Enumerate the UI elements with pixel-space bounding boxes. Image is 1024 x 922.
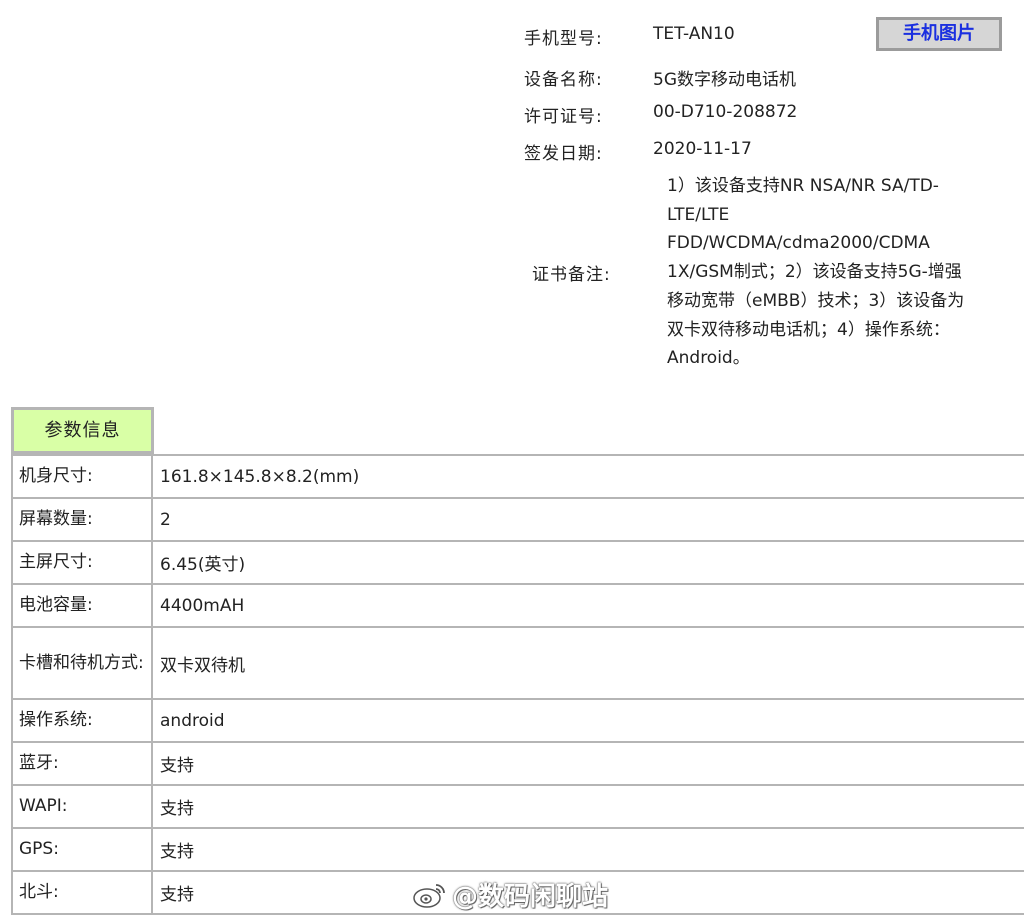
param-key: GPS: (13, 829, 153, 870)
table-row: 卡槽和待机方式: 双卡双待机 (11, 628, 1024, 700)
table-row: 操作系统: android (11, 700, 1024, 743)
param-value: 支持 (160, 842, 194, 862)
param-key: 屏幕数量: (13, 499, 153, 540)
param-value: 双卡双待机 (160, 655, 245, 676)
cert-remark-label: 证书备注: (532, 265, 611, 285)
param-value: 支持 (160, 799, 194, 819)
param-value: 161.8×145.8×8.2(mm) (160, 466, 360, 487)
issue-date-label: 签发日期: (524, 144, 603, 164)
param-key: 操作系统: (13, 700, 153, 741)
cert-remark-text: 1）该设备支持NR NSA/NR SA/TD- LTE/LTE FDD/WCDM… (667, 176, 965, 369)
param-key: 电池容量: (13, 585, 153, 626)
param-key: 北斗: (13, 872, 153, 913)
param-section-header: 参数信息 (11, 407, 154, 454)
param-value: 6.45(英寸) (160, 555, 246, 575)
phone-image-button[interactable]: 手机图片 (876, 17, 1002, 51)
table-row: 机身尺寸: 161.8×145.8×8.2(mm) (11, 456, 1024, 499)
table-row: GPS: 支持 (11, 829, 1024, 872)
device-name-label: 设备名称: (524, 70, 603, 90)
param-table: 机身尺寸: 161.8×145.8×8.2(mm) 屏幕数量: 2 主屏尺寸: … (11, 454, 1024, 915)
table-row: 电池容量: 4400mAH (11, 585, 1024, 628)
param-key: WAPI: (13, 786, 153, 827)
table-row: 屏幕数量: 2 (11, 499, 1024, 542)
device-name-value: 5G数字移动电话机 (653, 70, 796, 90)
param-value: 支持 (160, 756, 194, 776)
param-value: android (160, 710, 225, 731)
issue-date-value: 2020-11-17 (653, 139, 752, 159)
table-row: 主屏尺寸: 6.45(英寸) (11, 542, 1024, 585)
license-label: 许可证号: (524, 107, 603, 127)
watermark-text: @数码闲聊站 (452, 882, 609, 912)
table-row: WAPI: 支持 (11, 786, 1024, 829)
model-value: TET-AN10 (653, 24, 735, 44)
param-key: 卡槽和待机方式: (13, 628, 153, 698)
model-label: 手机型号: (524, 29, 603, 49)
license-value: 00-D710-208872 (653, 102, 798, 122)
param-value: 4400mAH (160, 595, 245, 616)
param-key: 机身尺寸: (13, 456, 153, 497)
weibo-icon (412, 880, 448, 910)
param-key: 主屏尺寸: (13, 542, 153, 583)
param-value: 2 (160, 509, 171, 530)
table-row: 蓝牙: 支持 (11, 743, 1024, 786)
watermark: @数码闲聊站 (412, 876, 608, 913)
param-key: 蓝牙: (13, 743, 153, 784)
